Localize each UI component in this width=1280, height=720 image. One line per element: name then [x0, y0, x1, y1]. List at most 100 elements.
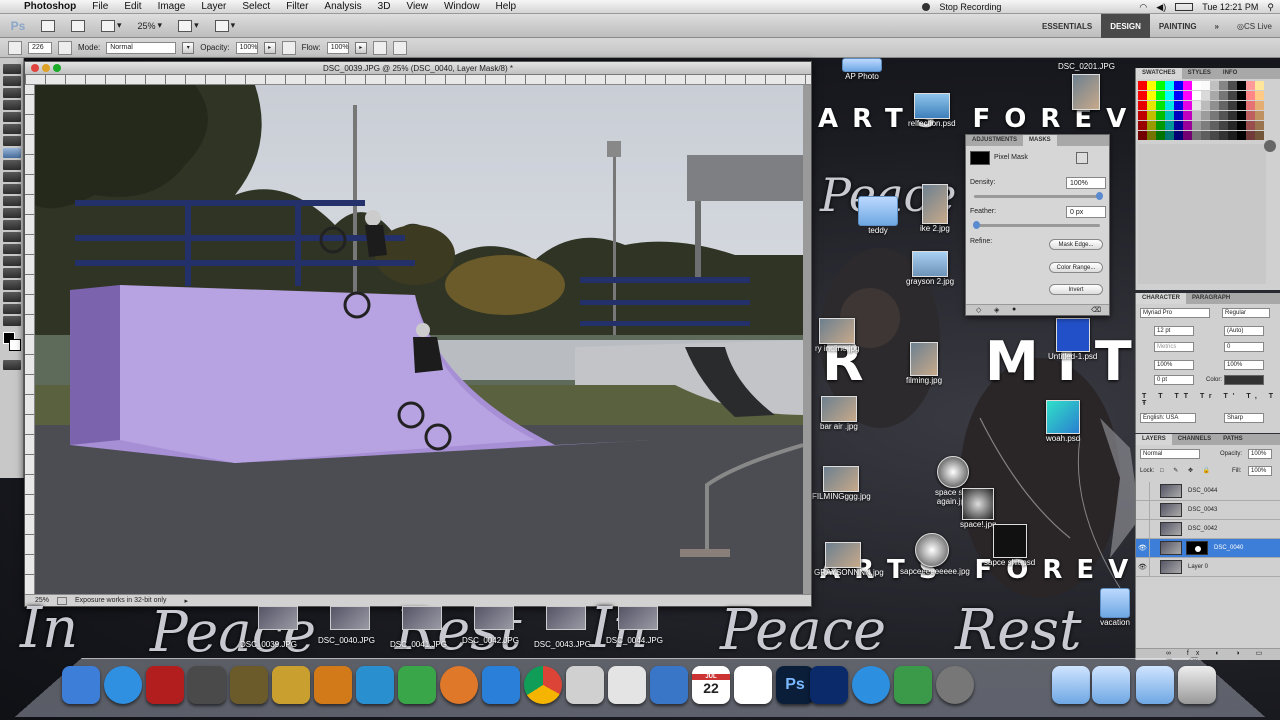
- layer-visibility-icon[interactable]: [1136, 481, 1150, 501]
- fill-field[interactable]: 100%: [1248, 466, 1272, 476]
- color-swatch[interactable]: [1174, 81, 1183, 90]
- dodge-tool-icon[interactable]: [3, 220, 21, 230]
- desktop-file-label[interactable]: DSC_0043.JPG: [534, 640, 591, 649]
- workspace-essentials[interactable]: ESSENTIALS: [1033, 14, 1101, 38]
- color-swatch[interactable]: [1192, 111, 1201, 120]
- menu-view[interactable]: View: [398, 1, 436, 12]
- type-tool-icon[interactable]: [3, 244, 21, 254]
- color-swatch[interactable]: [1147, 101, 1156, 110]
- shape-tool-icon[interactable]: [3, 268, 21, 278]
- color-swatch[interactable]: [1165, 91, 1174, 100]
- stop-recording[interactable]: Stop Recording: [939, 2, 1001, 12]
- tab-paths[interactable]: PATHS: [1217, 434, 1248, 445]
- apply-mask-icon[interactable]: ◈: [994, 306, 999, 314]
- itunes-icon[interactable]: [810, 666, 848, 704]
- tab-paragraph[interactable]: PARAGRAPH: [1186, 293, 1236, 304]
- zoom-tool-icon[interactable]: [3, 316, 21, 326]
- photobooth-icon[interactable]: [146, 666, 184, 704]
- desktop-icon-ike2[interactable]: ike 2.jpg: [920, 184, 950, 233]
- color-swatch[interactable]: [1237, 91, 1246, 100]
- desktop-file-label[interactable]: DSC_0039.JPG: [240, 640, 297, 649]
- healing-tool-icon[interactable]: [3, 136, 21, 146]
- document-title-bar[interactable]: DSC_0039.JPG @ 25% (DSC_0040, Layer Mask…: [25, 62, 811, 75]
- language-select[interactable]: English: USA: [1140, 413, 1196, 423]
- color-swatch[interactable]: [1156, 131, 1165, 140]
- layer-thumbnail[interactable]: [1160, 541, 1182, 555]
- mode-select[interactable]: Normal: [106, 41, 177, 54]
- gradient-tool-icon[interactable]: [3, 196, 21, 206]
- color-swatch[interactable]: [1255, 101, 1264, 110]
- color-swatch[interactable]: [1210, 121, 1219, 130]
- color-swatch[interactable]: [1255, 121, 1264, 130]
- zoom-level-select[interactable]: 25% ▾: [135, 18, 166, 34]
- color-swatch[interactable]: [1237, 131, 1246, 140]
- safari-icon[interactable]: [104, 666, 142, 704]
- desktop-icon-grayson2[interactable]: grayson 2.jpg: [906, 251, 954, 286]
- color-swatch[interactable]: [1192, 121, 1201, 130]
- tab-info[interactable]: INFO: [1217, 68, 1243, 79]
- color-swatch[interactable]: [1219, 131, 1228, 140]
- zoom-window-icon[interactable]: [53, 64, 61, 72]
- lock-icons[interactable]: □ ✎ ✥ 🔒: [1160, 467, 1214, 474]
- spotlight-icon[interactable]: ⚲: [1267, 2, 1274, 13]
- color-swatch[interactable]: [1246, 121, 1255, 130]
- color-swatch[interactable]: [1210, 81, 1219, 90]
- color-swatch[interactable]: [1228, 101, 1237, 110]
- menu-edit[interactable]: Edit: [116, 1, 149, 12]
- desktop-icon-dsc0201[interactable]: DSC_0201.JPG: [1058, 62, 1115, 110]
- mask-edge-button[interactable]: Mask Edge...: [1049, 239, 1103, 250]
- menubar-clock[interactable]: Tue 12:21 PM: [1202, 2, 1258, 12]
- appstore-icon[interactable]: [440, 666, 478, 704]
- battery-icon[interactable]: [1175, 3, 1194, 11]
- desktop-icon-graysonnnn[interactable]: GRAYSONNNN.jpg: [814, 542, 884, 577]
- horizontal-ruler[interactable]: [25, 75, 811, 85]
- tab-swatches[interactable]: SWATCHES: [1136, 68, 1182, 79]
- layer-visibility-icon[interactable]: 👁: [1136, 557, 1150, 577]
- color-swatch[interactable]: [1201, 111, 1210, 120]
- color-swatch[interactable]: [1255, 131, 1264, 140]
- color-swatch[interactable]: [1165, 111, 1174, 120]
- desktop-icon-relfection[interactable]: relfection.psd: [908, 93, 956, 128]
- color-swatch[interactable]: [1219, 121, 1228, 130]
- trash-icon[interactable]: [1178, 666, 1216, 704]
- color-swatch[interactable]: [1183, 131, 1192, 140]
- color-swatch[interactable]: [1228, 111, 1237, 120]
- density-slider-thumb[interactable]: [1096, 192, 1103, 200]
- color-swatch[interactable]: [1255, 81, 1264, 90]
- hand-tool-icon[interactable]: [3, 304, 21, 314]
- invert-button[interactable]: Invert: [1049, 284, 1103, 295]
- eraser-tool-icon[interactable]: [3, 184, 21, 194]
- color-swatch[interactable]: [1147, 121, 1156, 130]
- quick-mask-icon[interactable]: [3, 360, 21, 370]
- color-swatch[interactable]: [1147, 131, 1156, 140]
- color-swatch[interactable]: [1192, 81, 1201, 90]
- workspace-more[interactable]: »: [1206, 14, 1228, 38]
- pressure-opacity-icon[interactable]: [281, 40, 296, 55]
- antialias-select[interactable]: Sharp: [1224, 413, 1264, 423]
- launch-minibridge-button[interactable]: [68, 18, 88, 34]
- color-swatch[interactable]: [1219, 111, 1228, 120]
- layer-visibility-icon[interactable]: [1136, 519, 1150, 539]
- workspace-design[interactable]: DESIGN: [1101, 14, 1150, 38]
- feather-slider-track[interactable]: [974, 224, 1100, 227]
- desktop-icon-teddy[interactable]: teddy: [858, 196, 898, 235]
- color-swatch[interactable]: [1228, 91, 1237, 100]
- desktop-icon-sapceeee[interactable]: sapceeeeeeeee.jpg: [900, 533, 970, 576]
- text-color-swatch[interactable]: [1224, 375, 1264, 385]
- density-field[interactable]: 100%: [1066, 177, 1106, 189]
- sysprefs-icon[interactable]: [894, 666, 932, 704]
- color-swatch[interactable]: [1138, 81, 1147, 90]
- desktop-icon-untitled1[interactable]: Untitled-1.psd: [1048, 318, 1097, 361]
- color-swatch[interactable]: [1147, 81, 1156, 90]
- opacity-dropdown-icon[interactable]: ▸: [263, 41, 276, 54]
- desktop-file-label[interactable]: DSC_0044.JPG: [606, 636, 663, 645]
- tab-masks[interactable]: MASKS: [1023, 135, 1057, 146]
- pen-tool-icon[interactable]: [3, 232, 21, 242]
- color-swatch[interactable]: [1138, 131, 1147, 140]
- desktop-file-label[interactable]: DSC_0041.JPG: [390, 640, 447, 649]
- 3d-orbit-tool-icon[interactable]: [3, 292, 21, 302]
- color-swatch[interactable]: [1156, 121, 1165, 130]
- color-swatch[interactable]: [1138, 111, 1147, 120]
- feather-field[interactable]: 0 px: [1066, 206, 1106, 218]
- chrome-icon[interactable]: [524, 666, 562, 704]
